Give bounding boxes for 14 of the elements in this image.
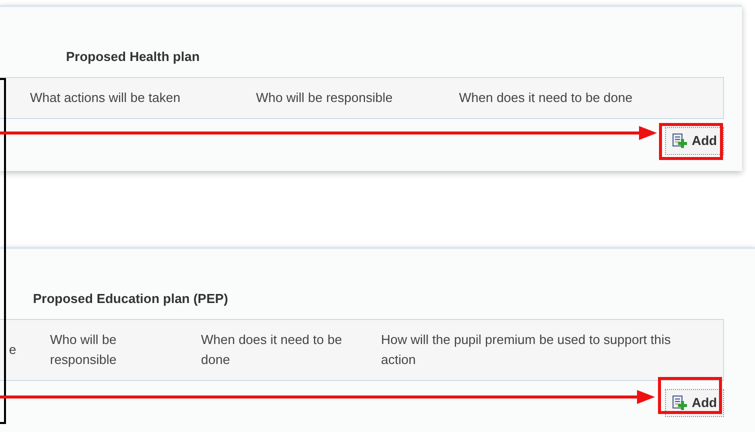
section-title: Proposed Education plan (PEP) xyxy=(33,290,228,308)
section-title: Proposed Health plan xyxy=(66,48,200,66)
column-header: When does it need to be done xyxy=(459,88,634,106)
document-add-icon xyxy=(672,394,688,410)
column-header: What actions will be taken xyxy=(29,88,182,106)
column-header: Who will be responsible xyxy=(256,88,394,107)
document-add-icon xyxy=(672,132,688,148)
column-header: How will the pupil premium be used to support this action xyxy=(381,330,672,368)
column-header: Who will be responsible xyxy=(50,330,118,369)
column-header: When does it need to be done xyxy=(201,330,343,368)
highlight-frame xyxy=(658,377,722,414)
highlight-frame xyxy=(659,123,723,160)
add-button[interactable]: Add xyxy=(664,126,724,154)
column-header: e xyxy=(8,340,18,358)
